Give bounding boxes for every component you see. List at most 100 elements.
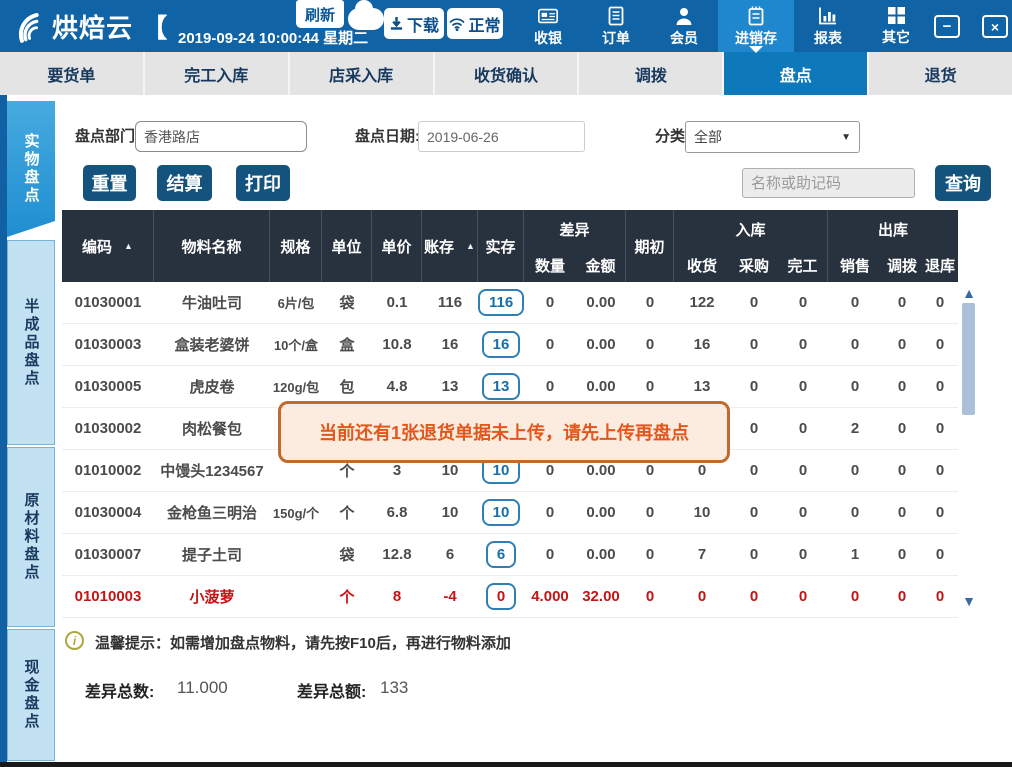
subtab-returns[interactable]: 退货 (867, 52, 1012, 95)
sidebar-tab-semifinished-stocktake[interactable]: 半成品盘点 (7, 240, 55, 445)
date-input[interactable] (418, 121, 585, 152)
nav-label: 会员 (670, 28, 698, 48)
scroll-down-icon[interactable]: ▼ (960, 593, 978, 609)
download-label: 下载 (407, 12, 439, 36)
minimize-button[interactable]: − (934, 15, 960, 38)
category-select[interactable]: 全部 ▼ (685, 121, 860, 153)
chevron-down-icon: ▼ (841, 132, 851, 143)
cell-sale: 1 (828, 546, 882, 563)
table-row[interactable]: 01030007 提子土司 袋 12.8 6 6 0 0.00 0 7 0 0 … (62, 534, 958, 576)
actual-stock-box[interactable]: 13 (482, 373, 521, 400)
col-header-receive: 收货 (674, 248, 730, 282)
main-nav: 收银 订单 会员 (514, 0, 930, 52)
col-header-transfer: 调拨 (882, 248, 922, 282)
cashier-card-icon (537, 6, 559, 26)
cell-transfer: 0 (882, 420, 922, 437)
cell-unit: 个 (322, 460, 372, 481)
col-header-code[interactable]: 编码 ▲ (62, 210, 154, 282)
diff-total-amount-label: 差异总额: (297, 678, 366, 702)
actual-stock-box[interactable]: 116 (478, 289, 524, 316)
cell-diff-qty: 0 (524, 462, 576, 479)
cell-name: 虎皮卷 (154, 376, 270, 397)
subtab-stocktake[interactable]: 盘点 (722, 52, 867, 95)
cell-return: 0 (922, 336, 958, 353)
cell-receive: 10 (674, 504, 730, 521)
titlebar: 烘焙云 【 2019-09-24 10:00:44 星期二 刷新 下载 正常 (0, 0, 1012, 52)
cell-actual-stock: 6 (478, 541, 524, 568)
table-row[interactable]: 01010003 小菠萝 个 8 -4 0 4.000 32.00 0 0 0 … (62, 576, 958, 618)
network-status-label: 正常 (468, 12, 500, 36)
cell-diff-amount: 0.00 (576, 336, 626, 353)
cell-opening: 0 (626, 462, 674, 479)
nav-item-inventory[interactable]: 进销存 (718, 0, 794, 52)
subtab-store-purchase-inbound[interactable]: 店采入库 (288, 52, 433, 95)
query-button[interactable]: 查询 (935, 165, 991, 201)
cell-purchase: 0 (730, 294, 778, 311)
col-header-purchase: 采购 (730, 248, 778, 282)
sidebar-tab-rawmaterial-stocktake[interactable]: 原材料盘点 (7, 447, 55, 627)
cell-code: 01030007 (62, 546, 154, 563)
actual-stock-box[interactable]: 0 (486, 583, 516, 610)
cell-book-stock: 10 (422, 462, 478, 479)
dept-input[interactable] (135, 121, 307, 152)
cell-finished: 0 (778, 378, 828, 395)
refresh-button[interactable]: 刷新 (296, 0, 344, 28)
nav-item-orders[interactable]: 订单 (582, 0, 650, 52)
cell-return: 0 (922, 378, 958, 395)
subtab-request-order[interactable]: 要货单 (0, 52, 143, 95)
app-logo: 烘焙云 【 (12, 8, 168, 45)
cell-return: 0 (922, 462, 958, 479)
download-button[interactable]: 下载 (384, 8, 444, 39)
cell-unit: 个 (322, 586, 372, 607)
cell-name: 金枪鱼三明治 (154, 502, 270, 523)
nav-item-members[interactable]: 会员 (650, 0, 718, 52)
cell-receive: 16 (674, 336, 730, 353)
nav-label: 其它 (882, 27, 910, 47)
cell-purchase: 0 (730, 378, 778, 395)
table-row[interactable]: 01030003 盒装老婆饼 10个/盒 盒 10.8 16 16 0 0.00… (62, 324, 958, 366)
col-group-outbound: 出库 (828, 210, 958, 248)
sort-asc-icon[interactable]: ▲ (124, 241, 133, 251)
cell-actual-stock: 13 (478, 373, 524, 400)
close-button[interactable]: × (982, 15, 1008, 38)
settle-button[interactable]: 结算 (157, 165, 212, 201)
cell-opening: 0 (626, 504, 674, 521)
table-row[interactable]: 01030004 金枪鱼三明治 150g/个 个 6.8 10 10 0 0.0… (62, 492, 958, 534)
search-input[interactable] (742, 168, 915, 198)
sidebar-tab-physical-stocktake[interactable]: 实物盘点 (7, 101, 55, 237)
actual-stock-box[interactable]: 16 (482, 331, 521, 358)
nav-item-cashier[interactable]: 收银 (514, 0, 582, 52)
subtab-transfer[interactable]: 调拨 (577, 52, 722, 95)
cell-opening: 0 (626, 588, 674, 605)
col-group-inbound: 入库 (674, 210, 828, 248)
col-group-difference: 差异 (524, 210, 626, 248)
print-button[interactable]: 打印 (236, 165, 290, 201)
scrollbar-thumb[interactable] (962, 303, 975, 415)
sidebar-edge-strip (0, 95, 7, 767)
scroll-up-icon[interactable]: ▲ (960, 285, 978, 301)
cell-actual-stock: 10 (478, 499, 524, 526)
stocktake-panel: 盘点部门: 盘点日期: 分类: 全部 ▼ 重置 结算 打印 查询 编码 ▲ 物料… (55, 95, 1012, 767)
cell-receive: 7 (674, 546, 730, 563)
sidebar-tab-cash-stocktake[interactable]: 现金盘点 (7, 629, 55, 761)
reset-button[interactable]: 重置 (83, 165, 136, 201)
category-value: 全部 (694, 127, 722, 147)
cell-receive: 0 (674, 588, 730, 605)
window-bottom-edge (0, 762, 1012, 767)
network-status-button[interactable]: 正常 (447, 8, 503, 39)
nav-label: 收银 (534, 28, 562, 48)
cell-diff-qty: 0 (524, 336, 576, 353)
col-header-book-stock[interactable]: 账存 ▲ (422, 210, 478, 282)
order-document-icon (607, 6, 625, 26)
table-row[interactable]: 01030001 牛油吐司 6片/包 袋 0.1 116 116 0 0.00 … (62, 282, 958, 324)
actual-stock-box[interactable]: 6 (486, 541, 516, 568)
nav-item-other[interactable]: 其它 (862, 0, 930, 52)
sort-asc-icon[interactable]: ▲ (466, 241, 475, 251)
cell-opening: 0 (626, 378, 674, 395)
subtab-receipt-confirm[interactable]: 收货确认 (433, 52, 578, 95)
nav-item-reports[interactable]: 报表 (794, 0, 862, 52)
cell-actual-stock: 16 (478, 331, 524, 358)
actual-stock-box[interactable]: 10 (482, 499, 521, 526)
cell-book-stock: 13 (422, 378, 478, 395)
subtab-finished-inbound[interactable]: 完工入库 (143, 52, 288, 95)
